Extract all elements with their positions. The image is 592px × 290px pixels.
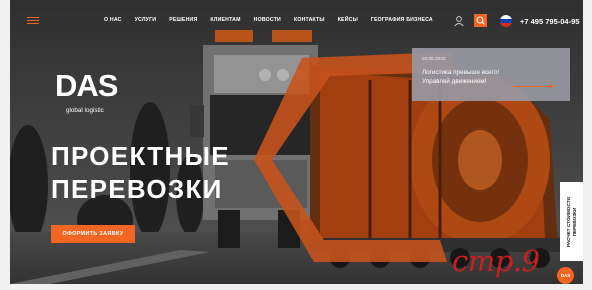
nav-item-cases[interactable]: КЕЙСЫ xyxy=(338,17,358,23)
hero-headline: ПРОЕКТНЫЕ ПЕРЕВОЗКИ xyxy=(51,140,230,206)
news-card[interactable]: 03.08.2020 Логистика превыше всего! Упра… xyxy=(412,48,570,101)
headline-line-2: ПЕРЕВОЗКИ xyxy=(51,174,223,204)
main-nav: О НАС УСЛУГИ РЕШЕНИЯ КЛИЕНТАМ НОВОСТИ КО… xyxy=(104,17,433,23)
nav-item-geography[interactable]: ГЕОГРАФИЯ БИЗНЕСА xyxy=(371,17,433,23)
phone-number[interactable]: +7 495 795-04-95 xyxy=(520,17,579,26)
logo-tagline: global logistic xyxy=(66,107,104,114)
frame-bottom xyxy=(0,284,592,290)
nav-item-about[interactable]: О НАС xyxy=(104,17,122,23)
news-text-line-1: Логистика превыше всего! xyxy=(422,69,500,76)
submit-request-button[interactable]: ОФОРМИТЬ ЗАЯВКУ xyxy=(51,225,135,243)
handwritten-page-note: стр.9 xyxy=(452,244,540,278)
top-navigation: О НАС УСЛУГИ РЕШЕНИЯ КЛИЕНТАМ НОВОСТИ КО… xyxy=(10,0,583,42)
logo[interactable]: DAS xyxy=(55,68,118,104)
news-text-line-2: Управляй движением! xyxy=(422,78,487,85)
cost-calculation-line-2: ПЕРЕВОЗКИ xyxy=(571,207,577,236)
cost-calculation-tab[interactable]: РАСЧЕТ СТОИМОСТИ ПЕРЕВОЗКИ xyxy=(560,182,583,261)
nav-item-solutions[interactable]: РЕШЕНИЯ xyxy=(169,17,197,23)
hero-screen: О НАС УСЛУГИ РЕШЕНИЯ КЛИЕНТАМ НОВОСТИ КО… xyxy=(0,0,592,290)
cost-calculation-label: РАСЧЕТ СТОИМОСТИ ПЕРЕВОЗКИ xyxy=(566,197,578,247)
search-icon xyxy=(476,16,485,25)
arrow-right-icon[interactable] xyxy=(513,84,554,88)
nav-item-news[interactable]: НОВОСТИ xyxy=(254,17,281,23)
headline-line-1: ПРОЕКТНЫЕ xyxy=(51,141,230,171)
cost-calculation-line-1: РАСЧЕТ СТОИМОСТИ xyxy=(565,196,571,247)
nav-item-contacts[interactable]: КОНТАКТЫ xyxy=(294,17,325,23)
user-icon[interactable] xyxy=(453,15,465,27)
news-date: 03.08.2020 xyxy=(422,56,446,61)
russia-flag-icon[interactable] xyxy=(500,15,512,27)
frame-right xyxy=(583,0,592,290)
nav-item-services[interactable]: УСЛУГИ xyxy=(135,17,157,23)
frame-left xyxy=(0,0,10,290)
nav-item-clients[interactable]: КЛИЕНТАМ xyxy=(210,17,240,23)
menu-icon[interactable] xyxy=(27,17,39,25)
das-badge[interactable]: DAS xyxy=(557,267,574,284)
news-text: Логистика превыше всего! Управляй движен… xyxy=(422,68,499,86)
search-button[interactable] xyxy=(474,14,487,27)
